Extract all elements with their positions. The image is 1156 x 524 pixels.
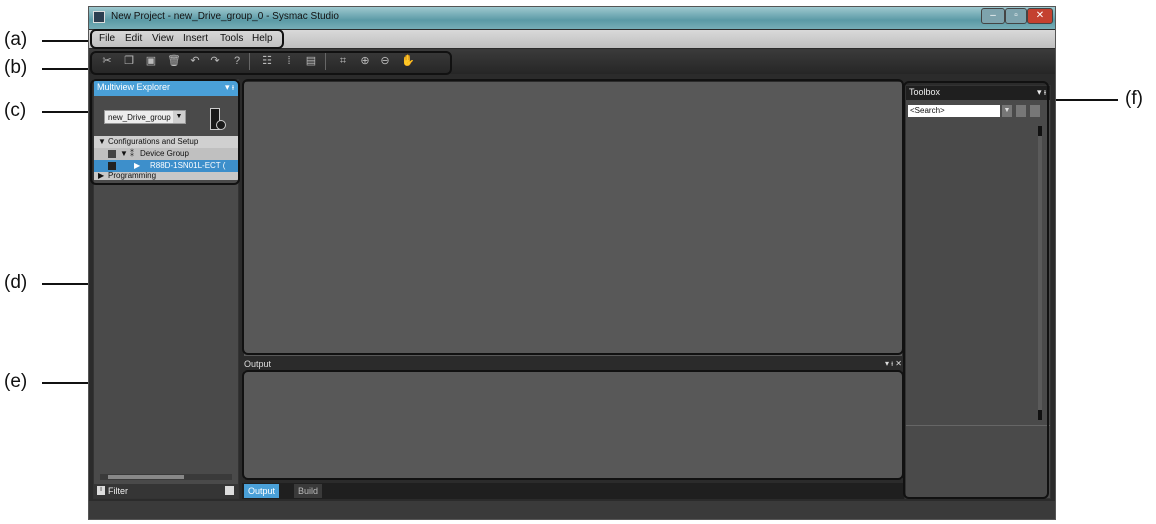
chevron-down-icon[interactable]: ▼ — [173, 111, 185, 123]
info-icon: i — [97, 486, 105, 495]
filter-toggle-icon[interactable] — [225, 486, 234, 495]
tree-item-device[interactable]: ▶ R88D-1SN01L-ECT ( — [94, 160, 238, 172]
vertical-scrollbar[interactable] — [1038, 126, 1042, 420]
tab-build[interactable]: Build — [294, 484, 323, 498]
toolbar-separator — [249, 53, 250, 70]
leader-c — [42, 111, 90, 113]
tree-item-device-group[interactable]: ▼ ⁑ Device Group — [94, 148, 238, 160]
multiview-header: Multiview Explorer ▾ ᵻ — [94, 80, 238, 96]
status-square-icon — [108, 150, 116, 158]
hand-icon[interactable]: ✋ — [401, 55, 415, 67]
output-header: Output ▾ ᵻ ✕ — [242, 359, 904, 369]
callout-e: (e) — [4, 371, 28, 392]
grid-icon[interactable]: ⁞ — [283, 55, 295, 67]
window-icon[interactable]: ▤ — [305, 55, 317, 67]
expand-icon[interactable]: ▼ — [120, 148, 128, 160]
pin-icon[interactable]: ▾ ᵻ — [1037, 87, 1046, 98]
callout-d: (d) — [4, 272, 28, 293]
toolbox-search-input[interactable]: <Search> — [908, 105, 1000, 117]
cut-icon[interactable]: ✂ — [101, 55, 113, 67]
help-icon[interactable]: ? — [231, 55, 243, 67]
group-select[interactable]: new_Drive_group ▼ — [104, 110, 186, 124]
expand-icon[interactable]: ▶ — [98, 172, 104, 180]
app-icon — [93, 11, 105, 23]
leader-b — [42, 68, 90, 70]
maximize-button[interactable]: ▫ — [1005, 8, 1027, 24]
output-controls[interactable]: ▾ ᵻ ✕ — [885, 359, 902, 368]
clear-search-icon[interactable] — [1030, 105, 1040, 117]
toolbar: ✂ ❐ ▣ 🗑 ↶ ↷ ? ☷ ⁞ ▤ ⌗ ⊕ ⊖ ✋ — [89, 49, 1055, 74]
fit-icon[interactable]: ⌗ — [337, 55, 349, 67]
device-status-icon — [216, 120, 226, 130]
multiview-title: Multiview Explorer — [97, 82, 171, 92]
menu-edit[interactable]: Edit — [125, 33, 142, 44]
edit-pane[interactable] — [244, 82, 902, 356]
toolbox-header: Toolbox ▾ ᵻ — [906, 86, 1050, 100]
scroll-thumb[interactable] — [108, 475, 184, 479]
search-option-icon[interactable] — [1016, 105, 1026, 117]
toolbox-title: Toolbox — [909, 87, 941, 97]
callout-f: (f) — [1125, 88, 1143, 109]
expand-icon[interactable]: ▼ — [98, 136, 106, 148]
menu-file[interactable]: File — [99, 33, 115, 44]
leader-f — [1048, 99, 1118, 101]
tree-item-configurations[interactable]: ▼ Configurations and Setup — [94, 136, 238, 148]
filter-label: Filter — [108, 486, 128, 496]
app-window: New Project - new_Drive_group_0 - Sysmac… — [88, 6, 1056, 520]
callout-a: (a) — [4, 29, 28, 50]
copy-icon[interactable]: ❐ — [123, 55, 135, 67]
tree-label: Configurations and Setup — [108, 137, 199, 146]
status-bar — [89, 501, 1055, 519]
undo-icon[interactable]: ↶ — [189, 55, 201, 67]
tree-item-programming[interactable]: ▶ Programming — [94, 172, 238, 180]
tree-label: Programming — [108, 172, 157, 180]
status-square-icon — [108, 162, 116, 170]
close-button[interactable]: ✕ — [1027, 8, 1053, 24]
horizontal-scrollbar[interactable] — [100, 474, 232, 480]
multiview-explorer: Multiview Explorer ▾ ᵻ new_Drive_group ▼… — [93, 79, 239, 499]
leader-a — [42, 40, 90, 42]
window-title: New Project - new_Drive_group_0 - Sysmac… — [111, 11, 339, 22]
scroll-down-icon[interactable] — [1038, 410, 1042, 420]
redo-icon[interactable]: ↷ — [209, 55, 221, 67]
output-title: Output — [244, 359, 272, 369]
menu-tools[interactable]: Tools — [220, 33, 243, 44]
tree-label: R88D-1SN01L-ECT ( — [150, 161, 226, 170]
group-icon: ⁑ — [130, 149, 134, 158]
output-pane[interactable] — [244, 371, 902, 479]
expand-icon[interactable]: ▶ — [134, 160, 140, 172]
output-tabs: Output Build — [242, 483, 904, 499]
toolbox-pane: Toolbox ▾ ᵻ <Search> ▼ — [905, 85, 1051, 499]
toolbar-separator — [325, 53, 326, 70]
delete-icon[interactable]: 🗑 — [167, 55, 181, 67]
minimize-button[interactable]: – — [981, 8, 1005, 24]
scroll-up-icon[interactable] — [1038, 126, 1042, 136]
zoom-in-icon[interactable]: ⊕ — [359, 55, 371, 67]
menu-view[interactable]: View — [152, 33, 174, 44]
toolbox-divider — [906, 425, 1050, 426]
callout-c: (c) — [4, 100, 27, 121]
menu-help[interactable]: Help — [252, 33, 273, 44]
tree-icon[interactable]: ☷ — [261, 55, 273, 67]
zoom-out-icon[interactable]: ⊖ — [379, 55, 391, 67]
group-select-value: new_Drive_group — [108, 113, 171, 122]
filter-bar[interactable]: i Filter — [94, 484, 238, 498]
menu-insert[interactable]: Insert — [183, 33, 208, 44]
chevron-down-icon[interactable]: ▼ — [1002, 105, 1012, 117]
tab-output[interactable]: Output — [244, 484, 280, 498]
title-bar[interactable]: New Project - new_Drive_group_0 - Sysmac… — [89, 7, 1055, 29]
callout-b: (b) — [4, 57, 28, 78]
pin-icon[interactable]: ▾ ᵻ — [225, 82, 234, 93]
tree-label: Device Group — [140, 149, 189, 158]
menu-bar: File Edit View Insert Tools Help — [89, 30, 1055, 48]
paste-icon[interactable]: ▣ — [145, 55, 157, 67]
